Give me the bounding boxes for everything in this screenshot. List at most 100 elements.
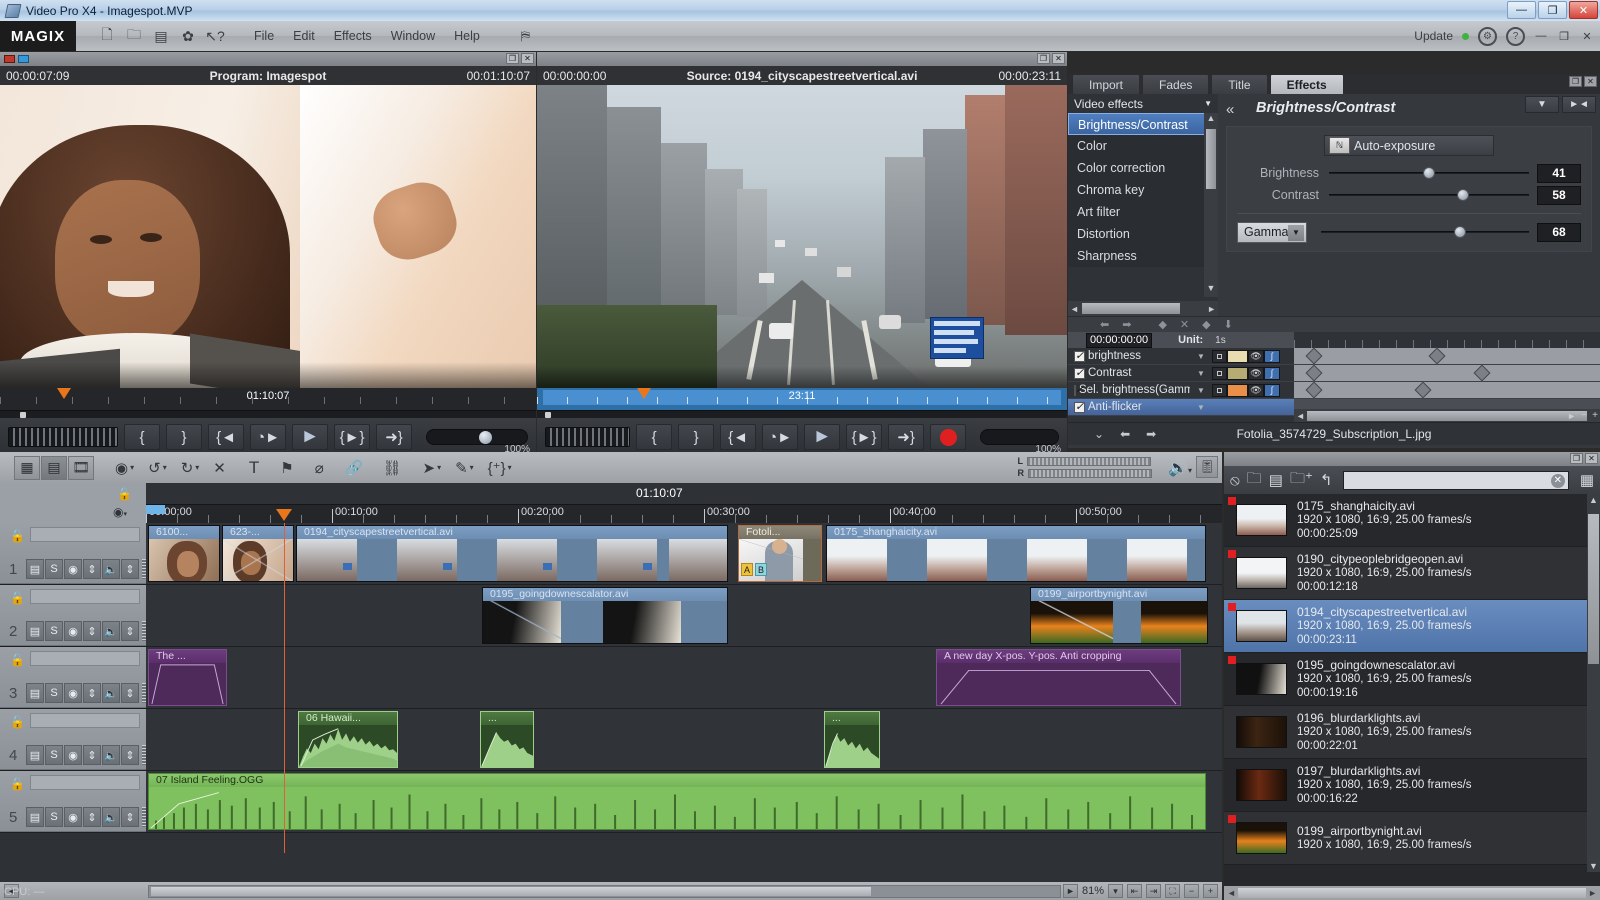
source-maximize-button[interactable]: ❐ xyxy=(1037,53,1050,64)
scroll-up-icon[interactable]: ▲ xyxy=(1589,495,1598,505)
keyframe-marker[interactable] xyxy=(1474,365,1491,382)
panel-maximize-button[interactable]: ❐ xyxy=(1557,29,1571,43)
source-set-out-button[interactable]: } xyxy=(678,424,714,450)
maximize-button[interactable]: ❐ xyxy=(1538,1,1567,19)
source-scrubber[interactable]: 23:11 xyxy=(537,388,1067,410)
track-mute-icon[interactable]: ▤ xyxy=(26,621,44,641)
scroll-up-icon[interactable]: ▲ xyxy=(1205,113,1217,127)
keyframe-marker[interactable] xyxy=(1429,348,1446,365)
source-video-view[interactable] xyxy=(537,85,1067,388)
track-body-3[interactable]: The ... A new day X-pos. Y-pos. Anti cro… xyxy=(146,647,1222,708)
effect-item-color[interactable]: Color xyxy=(1068,135,1218,157)
track-speaker-icon[interactable]: 🔈 xyxy=(102,559,120,579)
track-body-1[interactable]: 6100... 623-... xyxy=(146,523,1222,584)
track-name-field-3[interactable] xyxy=(30,651,140,666)
timeline-clip[interactable]: 6100... xyxy=(148,525,220,582)
source-jog-wheel[interactable] xyxy=(545,427,630,447)
track-speaker-icon[interactable]: 🔈 xyxy=(102,807,120,827)
timeline-clip[interactable]: 0195_goingdownescalator.avi xyxy=(482,587,728,644)
media-item[interactable]: 0196_blurdarklights.avi 1920 x 1080, 16:… xyxy=(1224,706,1600,759)
delete-icon[interactable]: ✕ xyxy=(213,459,226,477)
minimize-button[interactable]: — xyxy=(1507,1,1536,19)
mixer-icon[interactable]: 🎚 xyxy=(1196,456,1218,478)
zoom-in-icon[interactable]: + xyxy=(1592,410,1598,421)
scroll-right-icon[interactable]: ► xyxy=(1063,884,1078,898)
media-item[interactable]: 0199_airportbynight.avi 1920 x 1080, 16:… xyxy=(1224,812,1600,865)
media-item[interactable]: 0190_citypeoplebridgeopen.avi 1920 x 108… xyxy=(1224,547,1600,600)
keyframe-prev-icon[interactable]: ⬅ xyxy=(1100,318,1109,331)
timeline-clip[interactable]: 0194_cityscapestreetvertical.avi xyxy=(296,525,728,582)
tab-fades[interactable]: Fades xyxy=(1142,74,1209,94)
media-pool-close-button[interactable]: ✕ xyxy=(1585,453,1598,464)
keyframe-record-icon[interactable] xyxy=(1212,384,1227,397)
clear-search-icon[interactable]: ✕ xyxy=(1551,474,1565,488)
program-preview-button[interactable]: ◔► xyxy=(250,424,286,450)
timeline-clip[interactable]: A new day X-pos. Y-pos. Anti cropping xyxy=(936,649,1181,706)
menu-help[interactable]: Help xyxy=(454,29,480,43)
film-icon[interactable]: ◉▾ xyxy=(115,459,134,477)
track-eye-icon[interactable]: ◉ xyxy=(64,621,82,641)
chevron-down-icon[interactable]: ▼ xyxy=(1190,369,1212,378)
media-search-input[interactable]: ✕ xyxy=(1343,471,1568,490)
folder-icon[interactable]: 🗀 xyxy=(1247,468,1262,493)
track-eye-icon[interactable]: ◉ xyxy=(64,683,82,703)
track-body-2[interactable]: 0195_goingdownescalator.avi 0199_airport… xyxy=(146,585,1222,646)
lock-icon[interactable]: 🔓 xyxy=(10,591,25,605)
media-pool-maximize-button[interactable]: ❐ xyxy=(1570,453,1583,464)
track-name-field-1[interactable] xyxy=(30,527,140,542)
settings-icon[interactable]: ✿ xyxy=(179,27,197,45)
track-eye-icon[interactable]: ◉ xyxy=(64,745,82,765)
scroll-left-icon[interactable]: ◄ xyxy=(1296,411,1305,421)
keyframe-marker[interactable] xyxy=(1306,365,1323,382)
keyframe-color-swatch[interactable] xyxy=(1227,384,1248,397)
track-volume-icon[interactable]: ⇕ xyxy=(121,559,139,579)
tab-import[interactable]: Import xyxy=(1072,74,1140,94)
track-name-field-4[interactable] xyxy=(30,713,140,728)
reset-effect-button[interactable]: ►◄ xyxy=(1562,96,1596,113)
curve-icon[interactable]: ∫ xyxy=(1264,350,1280,363)
track-name-field-5[interactable] xyxy=(30,775,140,790)
keyframe-delete-icon[interactable]: ✕ xyxy=(1180,318,1189,331)
menu-edit[interactable]: Edit xyxy=(293,29,315,43)
track-mute-icon[interactable]: ▤ xyxy=(26,745,44,765)
help-cursor-icon[interactable]: ↖? xyxy=(206,27,224,45)
scroll-down-icon[interactable]: ▼ xyxy=(1589,861,1598,871)
program-range-bar[interactable] xyxy=(0,410,536,418)
keyframe-lane-contrast[interactable] xyxy=(1294,365,1600,382)
timeline-hscroll-thumb[interactable] xyxy=(151,887,871,896)
program-prev-button[interactable]: {◄ xyxy=(208,424,244,450)
effect-item-art-filter[interactable]: Art filter xyxy=(1068,201,1218,223)
media-item[interactable]: 0175_shanghaicity.avi 1920 x 1080, 16:9,… xyxy=(1224,494,1600,547)
close-button[interactable]: ✕ xyxy=(1569,1,1598,19)
effects-maximize-button[interactable]: ❐ xyxy=(1569,76,1582,87)
chevron-down-icon[interactable]: ▼ xyxy=(1190,403,1212,412)
title-icon[interactable]: T xyxy=(249,458,259,478)
new-file-icon[interactable]: 🗋 xyxy=(98,27,116,45)
scene-overview-icon[interactable]: 🎞 xyxy=(68,456,94,480)
source-play-button[interactable]: ► xyxy=(804,424,840,450)
source-range-bar[interactable] xyxy=(537,410,1067,418)
chevron-down-icon[interactable]: ▼ xyxy=(1288,225,1304,241)
track-solo-button[interactable]: S xyxy=(45,745,63,765)
track-solo-button[interactable]: S xyxy=(45,683,63,703)
media-item[interactable]: 0194_cityscapestreetvertical.avi 1920 x … xyxy=(1224,600,1600,653)
keyframe-timecode[interactable]: 00:00:00:00 xyxy=(1086,333,1152,348)
keyframe-color-swatch[interactable] xyxy=(1227,367,1248,380)
eye-icon[interactable]: 👁 xyxy=(1248,367,1264,380)
manual-icon[interactable]: ⛿ xyxy=(521,29,530,44)
program-play-button[interactable]: ► xyxy=(292,424,328,450)
source-next-button[interactable]: {►} xyxy=(846,424,882,450)
zoom-fit-left-icon[interactable]: ⇤ xyxy=(1127,884,1142,898)
keyframe-record-icon[interactable] xyxy=(1212,350,1227,363)
track-volume-icon[interactable]: ⇕ xyxy=(121,683,139,703)
auto-exposure-button[interactable]: ℕ Auto-exposure xyxy=(1324,135,1494,156)
help-circle-icon[interactable]: ? xyxy=(1506,27,1525,46)
track-fader-icon[interactable]: ⇕ xyxy=(83,559,101,579)
media-item[interactable]: 0195_goingdownescalator.avi 1920 x 1080,… xyxy=(1224,653,1600,706)
timeline-range-selection[interactable] xyxy=(146,505,165,514)
keyframe-unit-value[interactable]: 1s xyxy=(1215,335,1226,346)
track-fader-icon[interactable]: ⇕ xyxy=(83,745,101,765)
lock-icon[interactable]: 🔓 xyxy=(10,777,25,791)
timeline-playhead-marker[interactable] xyxy=(276,509,292,521)
track-mute-icon[interactable]: ▤ xyxy=(26,807,44,827)
